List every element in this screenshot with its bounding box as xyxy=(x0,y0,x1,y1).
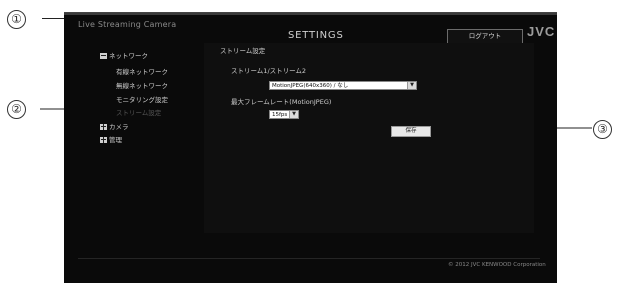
jvc-logo: JVC xyxy=(527,24,556,39)
framerate-select-value: 15fps xyxy=(272,112,288,118)
section-heading: ストリーム設定 xyxy=(220,47,266,55)
sidebar-item-wireless[interactable]: 無線ネットワーク xyxy=(116,80,168,90)
page-title: SETTINGS xyxy=(288,30,344,41)
sidebar-item-admin[interactable]: 管理 xyxy=(100,134,122,144)
framerate-label: 最大フレームレート(MotionJPEG) xyxy=(231,98,332,106)
callout-3: ③ xyxy=(593,120,612,139)
logout-button[interactable]: ログアウト xyxy=(447,29,523,44)
save-button[interactable]: 保存 xyxy=(391,126,431,137)
sidebar-item-network[interactable]: ネットワーク xyxy=(100,50,148,60)
sidebar-item-label: カメラ xyxy=(109,123,129,131)
sidebar-item-camera[interactable]: カメラ xyxy=(100,121,129,131)
content-panel: ストリーム設定 ストリーム1/ストリーム2 MotionJPEG(640x360… xyxy=(204,43,534,233)
sidebar-item-stream[interactable]: ストリーム設定 xyxy=(116,107,161,117)
sidebar-item-wired[interactable]: 有線ネットワーク xyxy=(116,66,168,76)
brand-label: Live Streaming Camera xyxy=(78,20,177,29)
plus-box-icon xyxy=(100,137,107,143)
stream-select-value: MotionJPEG(640x360) / なし xyxy=(272,83,349,89)
plus-box-icon xyxy=(100,124,107,130)
copyright: © 2012 JVC KENWOOD Corporation xyxy=(448,262,546,268)
stream-label: ストリーム1/ストリーム2 xyxy=(231,67,307,75)
minus-box-icon xyxy=(100,53,107,59)
chevron-down-icon[interactable]: ▼ xyxy=(289,111,298,118)
sidebar-item-label: ネットワーク xyxy=(109,52,148,60)
callout-1: ① xyxy=(7,10,26,29)
settings-window: Live Streaming Camera SETTINGS ログアウト JVC… xyxy=(64,12,557,283)
callout-2: ② xyxy=(7,100,26,119)
framerate-select[interactable]: 15fps ▼ xyxy=(269,110,299,119)
window-top-border xyxy=(64,13,557,15)
chevron-down-icon[interactable]: ▼ xyxy=(407,82,416,89)
sidebar-item-label: 管理 xyxy=(109,136,122,144)
stream-select[interactable]: MotionJPEG(640x360) / なし ▼ xyxy=(269,81,417,90)
sidebar-item-monitoring[interactable]: モニタリング設定 xyxy=(116,94,168,104)
